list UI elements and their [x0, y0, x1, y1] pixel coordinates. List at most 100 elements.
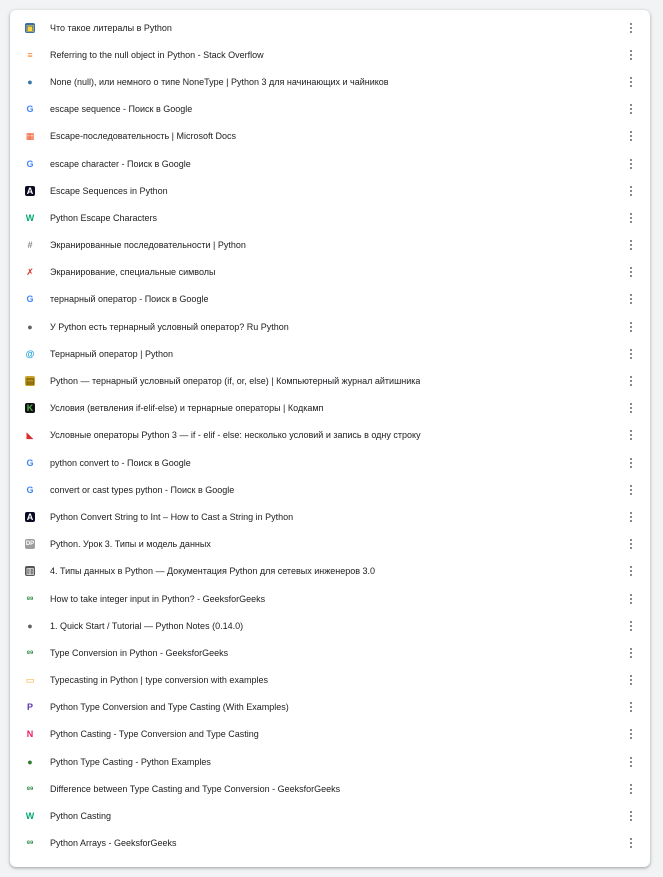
- menu-dot: [630, 737, 632, 740]
- menu-dot: [630, 511, 632, 514]
- history-item-title: Тернарный оператор | Python: [50, 348, 174, 359]
- google-icon: G: [25, 294, 35, 305]
- history-item-title: escape sequence - Поиск в Google: [50, 104, 193, 115]
- menu-dot: [630, 547, 632, 550]
- globe-icon: ●: [25, 321, 35, 332]
- history-item[interactable]: ▥ 4. Типы данных в Python — Документация …: [10, 558, 650, 585]
- history-item[interactable]: Gтернарный оператор - Поиск в Google: [10, 286, 650, 313]
- book-icon: ▥: [25, 566, 35, 577]
- menu-dot: [630, 488, 632, 491]
- more-actions-icon[interactable]: [626, 646, 636, 660]
- more-actions-icon[interactable]: [626, 347, 636, 361]
- history-item[interactable]: ɞɘ Python Arrays - GeeksforGeeks: [10, 830, 650, 857]
- history-item[interactable]: ▭ Typecasting in Python | type conversion…: [10, 667, 650, 694]
- history-item[interactable]: ● None (null), или немного о типе NoneTyp…: [10, 68, 650, 95]
- more-actions-icon[interactable]: [626, 592, 636, 606]
- history-item[interactable]: @ Тернарный оператор | Python: [10, 340, 650, 367]
- more-actions-icon[interactable]: [626, 184, 636, 198]
- more-actions-icon[interactable]: [626, 320, 636, 334]
- more-actions-icon[interactable]: [626, 401, 636, 415]
- menu-dot: [630, 216, 632, 219]
- more-actions-icon[interactable]: [626, 238, 636, 252]
- history-item[interactable]: ɞɘ How to take integer input in Python? -…: [10, 585, 650, 612]
- hash-icon: #: [25, 240, 35, 251]
- menu-dot: [630, 407, 632, 410]
- menu-dot: [630, 108, 632, 111]
- more-actions-icon[interactable]: [626, 483, 636, 497]
- history-item[interactable]: K Условия (ветвления if-elif-else) и терн…: [10, 395, 650, 422]
- menu-dot: [630, 294, 632, 297]
- more-actions-icon[interactable]: [626, 673, 636, 687]
- history-item[interactable]: ɞɘ Difference between Type Casting and Ty…: [10, 775, 650, 802]
- history-item[interactable]: ✗ Экранирование, специальные символы: [10, 259, 650, 286]
- history-item[interactable]: ● 1. Quick Start / Tutorial — Python Note…: [10, 612, 650, 639]
- menu-dot: [630, 275, 632, 278]
- history-item-title: Экранированные последовательности | Pyth…: [50, 240, 246, 251]
- more-actions-icon[interactable]: [626, 75, 636, 89]
- monitor-icon: ▭: [25, 675, 35, 686]
- more-actions-icon[interactable]: [626, 157, 636, 171]
- menu-dot: [630, 457, 632, 460]
- menu-dot: [630, 57, 632, 60]
- tutorialkart-icon: N: [25, 729, 35, 740]
- history-item[interactable]: A Escape Sequences in Python: [10, 177, 650, 204]
- more-actions-icon[interactable]: [626, 102, 636, 116]
- history-item-title: Escape Sequences in Python: [50, 185, 168, 196]
- history-item-title: Difference between Type Casting and Type…: [50, 783, 341, 794]
- history-item[interactable]: ● У Python есть тернарный условный операт…: [10, 313, 650, 340]
- more-actions-icon[interactable]: [626, 21, 636, 35]
- history-item[interactable]: A Python Convert String to Int – How to C…: [10, 503, 650, 530]
- freecodecamp-icon: A: [25, 511, 35, 522]
- history-item[interactable]: Gconvert or cast types python - Поиск в …: [10, 476, 650, 503]
- more-actions-icon[interactable]: [626, 564, 636, 578]
- more-actions-icon[interactable]: [626, 129, 636, 143]
- history-item[interactable]: W Python Casting: [10, 802, 650, 829]
- menu-dot: [630, 104, 632, 107]
- pythonexamples-icon: ●: [25, 756, 35, 767]
- history-item[interactable]: DP Python. Урок 3. Типы и модель данных: [10, 531, 650, 558]
- more-actions-icon[interactable]: [626, 292, 636, 306]
- menu-dot: [630, 702, 632, 705]
- more-actions-icon[interactable]: [626, 619, 636, 633]
- more-actions-icon[interactable]: [626, 700, 636, 714]
- history-item[interactable]: P Python Type Conversion and Type Casting…: [10, 694, 650, 721]
- more-actions-icon[interactable]: [626, 456, 636, 470]
- menu-dot: [630, 543, 632, 546]
- history-item[interactable]: # Экранированные последовательности | Pyt…: [10, 232, 650, 259]
- menu-dot: [630, 683, 632, 686]
- history-item[interactable]: ● Python Type Casting - Python Examples: [10, 748, 650, 775]
- menu-dot: [630, 783, 632, 786]
- more-actions-icon[interactable]: [626, 537, 636, 551]
- menu-dot: [630, 620, 632, 623]
- more-actions-icon[interactable]: [626, 265, 636, 279]
- more-actions-icon[interactable]: [626, 782, 636, 796]
- more-actions-icon[interactable]: [626, 755, 636, 769]
- more-actions-icon[interactable]: [626, 727, 636, 741]
- history-item[interactable]: ▦ Escape-последовательность | Microsoft D…: [10, 123, 650, 150]
- history-item[interactable]: Gpython convert to - Поиск в Google: [10, 449, 650, 476]
- history-item[interactable]: N Python Casting - Type Conversion and Ty…: [10, 721, 650, 748]
- history-item[interactable]: W Python Escape Characters: [10, 204, 650, 231]
- menu-dot: [630, 655, 632, 658]
- more-actions-icon[interactable]: [626, 510, 636, 524]
- history-item[interactable]: Gescape character - Поиск в Google: [10, 150, 650, 177]
- history-item[interactable]: Gescape sequence - Поиск в Google: [10, 96, 650, 123]
- menu-dot: [630, 248, 632, 251]
- microsoft-icon: ▦: [25, 131, 35, 142]
- menu-dot: [630, 26, 632, 29]
- more-actions-icon[interactable]: [626, 374, 636, 388]
- more-actions-icon[interactable]: [626, 211, 636, 225]
- more-actions-icon[interactable]: [626, 48, 636, 62]
- more-actions-icon[interactable]: [626, 809, 636, 823]
- more-actions-icon[interactable]: [626, 836, 636, 850]
- history-item[interactable]: ◣ Условные операторы Python 3 — if - elif…: [10, 422, 650, 449]
- menu-dot: [630, 675, 632, 678]
- history-item-title: Referring to the null object in Python -…: [50, 49, 264, 60]
- history-item[interactable]: ɞɘ Type Conversion in Python - GeeksforGe…: [10, 639, 650, 666]
- history-item[interactable]: ≡ Referring to the null object in Python …: [10, 41, 650, 68]
- history-item[interactable]: ▣ Что такое литералы в Python: [10, 14, 650, 41]
- menu-dot: [630, 244, 632, 247]
- menu-dot: [630, 593, 632, 596]
- history-item[interactable]: ▤ Python — тернарный условный оператор (i…: [10, 367, 650, 394]
- more-actions-icon[interactable]: [626, 428, 636, 442]
